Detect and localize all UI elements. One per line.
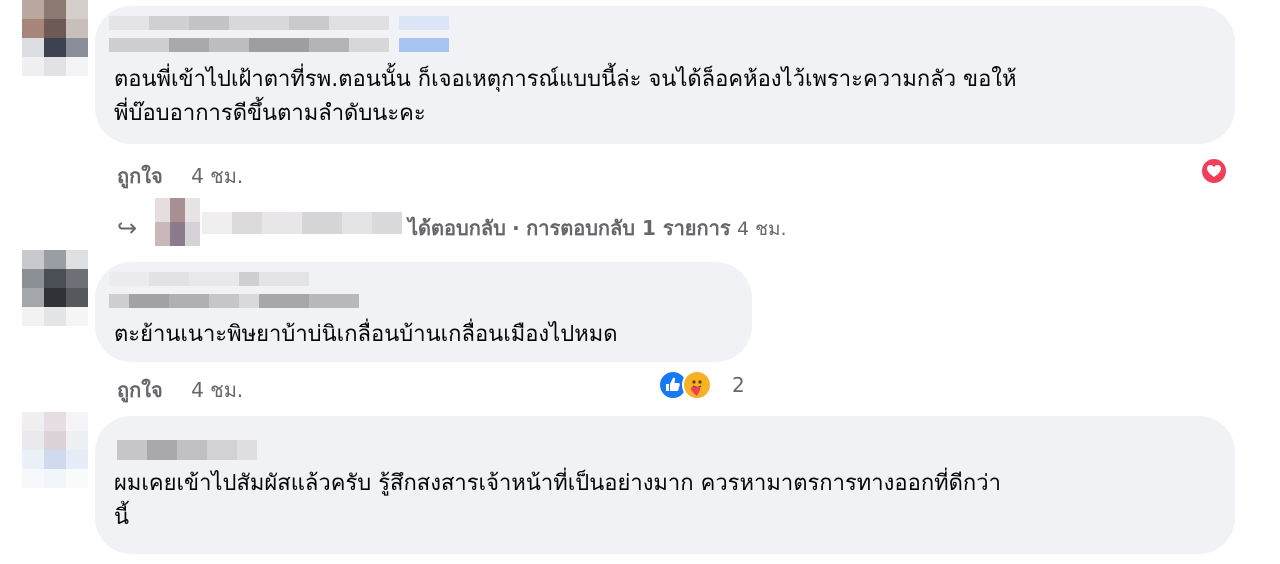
comment-actions: ถูกใจ 4 ชม. — [117, 374, 243, 406]
replies-count-label: การตอบกลับ 1 รายการ — [526, 216, 731, 240]
comment-actions: ถูกใจ 4 ชม. — [117, 160, 243, 192]
separator: · — [512, 216, 520, 240]
care-icon[interactable] — [682, 370, 712, 400]
reply-avatar[interactable] — [155, 198, 200, 246]
heart-icon[interactable] — [1199, 156, 1229, 186]
commenter-name[interactable] — [117, 440, 257, 460]
like-button[interactable]: ถูกใจ — [117, 164, 163, 188]
reply-time: 4 ชม. — [736, 218, 787, 240]
commenter-name[interactable] — [109, 16, 449, 30]
replier-name[interactable] — [202, 212, 402, 234]
replied-label: ได้ตอบกลับ — [408, 216, 506, 240]
comment-bubble: ผมเคยเข้าไปสัมผัสแล้วครับ รู้สึกสงสารเจ้… — [95, 416, 1235, 554]
reaction-count[interactable]: 2 — [732, 373, 745, 397]
reply-summary[interactable]: ↪ — [117, 214, 149, 242]
comment-text-line-1: ตะย้านเนาะพิษยาบ้าบ่นิเกลื่อนบ้านเกลื่อน… — [114, 322, 618, 347]
comment-bubble: ตะย้านเนาะพิษยาบ้าบ่นิเกลื่อนบ้านเกลื่อน… — [95, 262, 752, 362]
reply-summary-text[interactable]: ได้ตอบกลับ · การตอบกลับ 1 รายการ 4 ชม. — [408, 212, 787, 244]
avatar[interactable] — [22, 250, 88, 326]
timestamp[interactable]: 4 ชม. — [191, 378, 243, 402]
avatar[interactable] — [22, 412, 88, 488]
comment-text-line-2: พี่บ๊อบอาการดีขึ้นตามลำดับนะคะ — [114, 101, 426, 126]
avatar[interactable] — [22, 0, 88, 76]
timestamp[interactable]: 4 ชม. — [191, 164, 243, 188]
comment-text-line-2: นี้ — [114, 505, 130, 530]
comment-text-line-1: ตอนพี่เข้าไปเฝ้าตาที่รพ.ตอนนั้น ก็เจอเหต… — [114, 67, 1017, 92]
like-button[interactable]: ถูกใจ — [117, 378, 163, 402]
comment-bubble: ตอนพี่เข้าไปเฝ้าตาที่รพ.ตอนนั้น ก็เจอเหต… — [95, 6, 1235, 144]
commenter-name[interactable] — [109, 272, 359, 286]
reply-arrow-icon: ↪ — [117, 214, 138, 242]
comment-text-line-1: ผมเคยเข้าไปสัมผัสแล้วครับ รู้สึกสงสารเจ้… — [114, 471, 1001, 496]
commenter-name-2 — [109, 38, 449, 52]
commenter-name-2 — [109, 294, 359, 308]
